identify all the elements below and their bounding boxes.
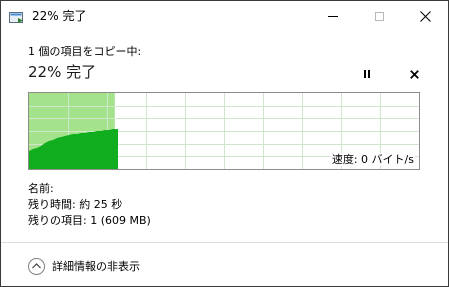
cancel-button[interactable] [405, 65, 423, 83]
progress-status: 22% 完了 [28, 63, 97, 81]
minimize-button[interactable] [310, 1, 356, 32]
toggle-details-button[interactable]: 詳細情報の非表示 [28, 256, 140, 276]
window-title: 22% 完了 [32, 9, 87, 23]
items-remaining: 残りの項目: 1 (609 MB) [28, 214, 151, 227]
time-remaining: 残り時間: 約 25 秒 [28, 198, 123, 211]
speed-label: 速度: 0 バイト/s [330, 153, 415, 166]
pause-button[interactable] [358, 65, 376, 83]
maximize-icon [374, 12, 384, 21]
close-icon [409, 69, 419, 79]
pause-icon [364, 70, 366, 78]
footer-divider [1, 242, 448, 243]
copy-app-icon [9, 10, 25, 23]
chevron-up-icon [28, 257, 45, 275]
file-name-label: 名前: [28, 182, 54, 195]
title-bar[interactable]: 22% 完了 [1, 1, 448, 32]
close-icon [419, 11, 431, 22]
toggle-details-label: 詳細情報の非表示 [52, 259, 140, 273]
operation-subtitle: 1 個の項目をコピー中: [28, 45, 142, 58]
transfer-speed-graph: 速度: 0 バイト/s [28, 92, 420, 170]
close-window-button[interactable] [402, 1, 448, 32]
minimize-icon [328, 16, 338, 17]
copy-dialog: 22% 完了 1 個の項目をコピー中: 22% 完了 速度: 0 バイト/s 名… [0, 0, 449, 287]
maximize-button[interactable] [356, 1, 402, 32]
